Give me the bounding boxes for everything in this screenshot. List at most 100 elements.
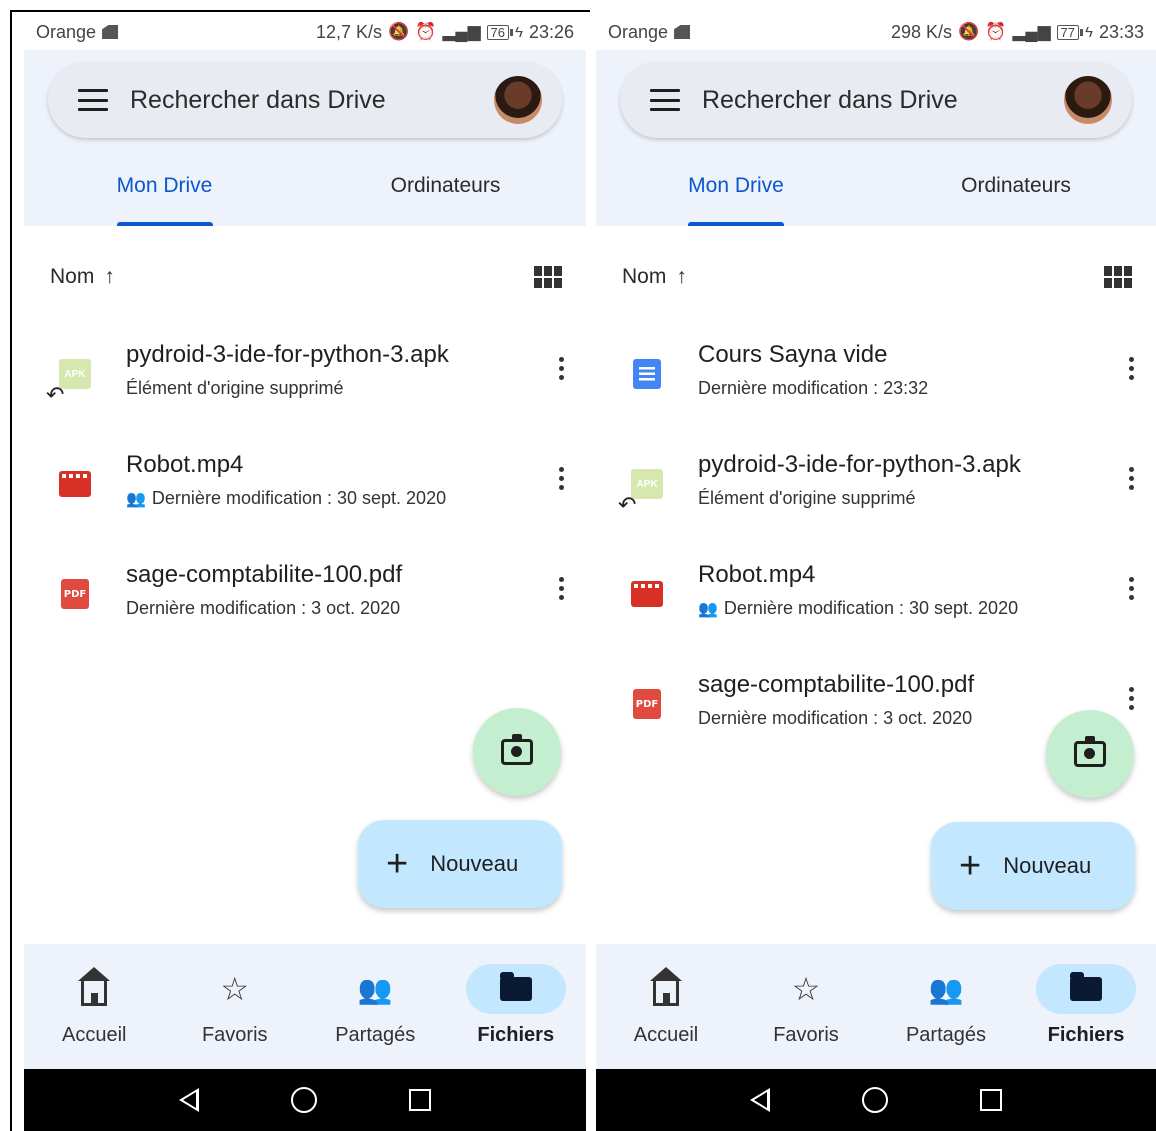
search-placeholder[interactable]: Rechercher dans Drive [702, 86, 1064, 115]
nav-favoris[interactable]: ☆ Favoris [736, 944, 876, 1069]
grid-view-icon[interactable] [1104, 266, 1132, 288]
tab-ordinateurs[interactable]: Ordinateurs [876, 162, 1156, 226]
home-icon [650, 967, 682, 1006]
sort-button[interactable]: Nom ↑ [50, 265, 115, 289]
status-bar: Orange 298 K/s 🔕 ⏰ ▂▄▆ 77 ϟ 23:33 [596, 14, 1156, 50]
system-navigation-bar [24, 1069, 586, 1131]
star-icon: ☆ [791, 971, 821, 1007]
pdf-icon: PDF [61, 579, 89, 609]
folder-icon [499, 972, 532, 1001]
tab-label: Mon Drive [688, 174, 784, 197]
charging-icon: ϟ [1085, 23, 1093, 41]
more-options-icon[interactable] [1106, 334, 1156, 394]
file-row[interactable]: Robot.mp4 👥 Dernière modification : 30 s… [24, 444, 586, 554]
more-options-icon[interactable] [1106, 554, 1156, 614]
more-options-icon[interactable] [1106, 444, 1156, 504]
arrow-up-icon: ↑ [104, 265, 115, 288]
tab-mon-drive[interactable]: Mon Drive [24, 162, 305, 226]
recents-icon[interactable] [980, 1089, 1002, 1111]
sim-icon [674, 25, 691, 39]
avatar[interactable] [1064, 76, 1112, 124]
file-subtitle: Élément d'origine supprimé [126, 378, 344, 398]
carrier-label: Orange [608, 21, 669, 42]
pdf-icon: PDF [633, 689, 661, 719]
menu-icon[interactable] [78, 89, 108, 111]
tab-mon-drive[interactable]: Mon Drive [596, 162, 876, 226]
tab-ordinateurs[interactable]: Ordinateurs [305, 162, 586, 226]
search-placeholder[interactable]: Rechercher dans Drive [130, 86, 494, 115]
sort-button[interactable]: Nom ↑ [622, 265, 687, 289]
file-name: sage-comptabilite-100.pdf [126, 561, 403, 588]
home-circle-icon[interactable] [291, 1087, 317, 1113]
nav-label: Partagés [905, 1024, 987, 1046]
new-button[interactable]: + Nouveau [931, 822, 1135, 910]
menu-icon[interactable] [650, 89, 680, 111]
new-button-label: Nouveau [430, 851, 519, 876]
scan-camera-button[interactable] [473, 708, 561, 796]
search-bar[interactable]: Rechercher dans Drive [620, 62, 1132, 138]
battery-icon: 76 ϟ [486, 24, 523, 41]
nav-fichiers[interactable]: Fichiers [1016, 944, 1156, 1069]
clock: 23:26 [528, 21, 574, 42]
nav-accueil[interactable]: Accueil [596, 944, 736, 1069]
shared-icon: 👥 [126, 490, 146, 508]
status-bar: Orange 12,7 K/s 🔕 ⏰ ▂▄▆ 76 ϟ 23:26 [24, 14, 586, 50]
nav-partages[interactable]: 👥 Partagés [876, 944, 1016, 1069]
more-options-icon[interactable] [536, 334, 586, 394]
sim-icon [102, 25, 119, 39]
clock: 23:33 [1098, 21, 1144, 42]
tab-label: Ordinateurs [961, 174, 1071, 197]
nav-label: Favoris [773, 1024, 839, 1046]
nav-label: Partagés [335, 1024, 416, 1046]
file-row[interactable]: Robot.mp4 👥 Dernière modification : 30 s… [596, 554, 1156, 664]
folder-icon [1070, 972, 1102, 1001]
people-icon: 👥 [357, 973, 393, 1005]
search-bar[interactable]: Rechercher dans Drive [48, 62, 562, 138]
file-row[interactable]: APK ↶ pydroid-3-ide-for-python-3.apk Élé… [24, 334, 586, 444]
file-subtitle: Dernière modification : 3 oct. 2020 [126, 598, 401, 618]
more-options-icon[interactable] [536, 554, 586, 614]
grid-view-icon[interactable] [534, 266, 562, 288]
tab-label: Mon Drive [116, 174, 213, 197]
alarm-icon: ⏰ [985, 22, 1007, 41]
sort-label: Nom [622, 265, 667, 288]
avatar[interactable] [494, 76, 542, 124]
page-frame: Orange 12,7 K/s 🔕 ⏰ ▂▄▆ 76 ϟ 23:26 Reche… [0, 0, 1156, 1131]
back-icon[interactable] [750, 1088, 770, 1112]
file-subtitle: Dernière modification : 23:32 [698, 378, 929, 398]
new-button[interactable]: + Nouveau [358, 820, 562, 908]
mute-icon: 🔕 [387, 22, 410, 41]
file-row[interactable]: APK ↶ pydroid-3-ide-for-python-3.apk Élé… [596, 444, 1156, 554]
tab-bar: Mon Drive Ordinateurs [596, 162, 1156, 226]
nav-label: Accueil [633, 1024, 699, 1046]
file-row[interactable]: Cours Sayna vide Dernière modification :… [596, 334, 1156, 444]
more-options-icon[interactable] [536, 444, 586, 504]
frame-border [10, 10, 12, 1131]
nav-partages[interactable]: 👥 Partagés [305, 944, 446, 1069]
carrier-label: Orange [36, 21, 97, 42]
nav-fichiers[interactable]: Fichiers [446, 944, 587, 1069]
signal-icon: ▂▄▆ [442, 22, 481, 41]
back-icon[interactable] [179, 1088, 199, 1112]
file-name: Robot.mp4 [698, 561, 816, 588]
scan-camera-button[interactable] [1046, 710, 1134, 798]
frame-border [10, 10, 590, 12]
more-options-icon[interactable] [1106, 664, 1156, 724]
file-row[interactable]: PDF sage-comptabilite-100.pdf Dernière m… [24, 554, 586, 664]
star-icon: ☆ [220, 971, 250, 1007]
home-circle-icon[interactable] [862, 1087, 888, 1113]
sort-row: Nom ↑ [622, 262, 1132, 292]
file-name: pydroid-3-ide-for-python-3.apk [698, 451, 1021, 478]
file-name: Cours Sayna vide [698, 341, 888, 368]
nav-label: Fichiers [1047, 1024, 1125, 1046]
recents-icon[interactable] [409, 1089, 431, 1111]
network-speed: 12,7 K/s [315, 21, 382, 42]
sort-row: Nom ↑ [50, 262, 562, 292]
battery-icon: 77 ϟ [1056, 23, 1093, 41]
nav-accueil[interactable]: Accueil [24, 944, 165, 1069]
nav-label: Accueil [62, 1024, 127, 1046]
nav-favoris[interactable]: ☆ Favoris [165, 944, 306, 1069]
shared-icon: 👥 [698, 600, 718, 618]
signal-icon: ▂▄▆ [1012, 22, 1051, 41]
nav-label: Favoris [201, 1024, 268, 1046]
